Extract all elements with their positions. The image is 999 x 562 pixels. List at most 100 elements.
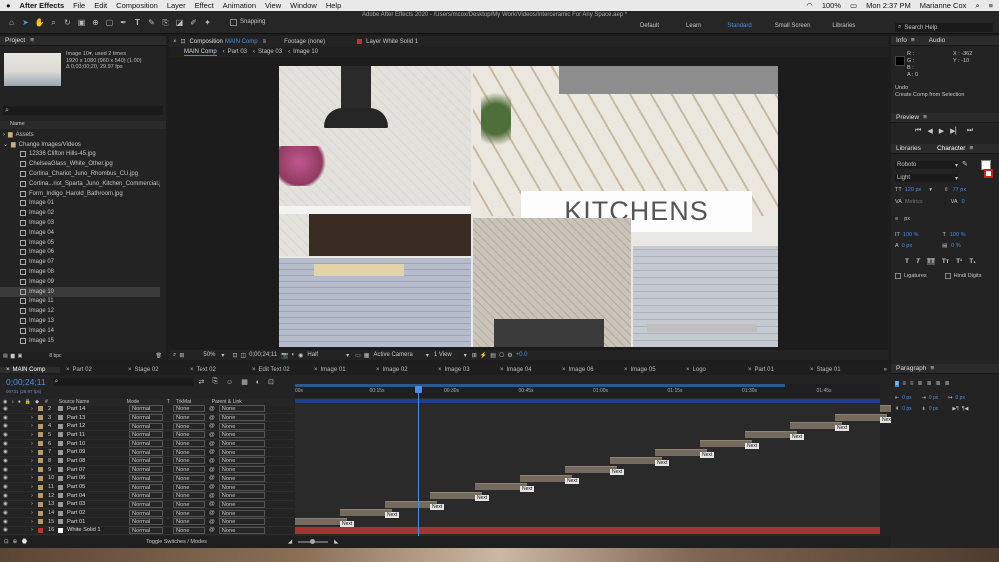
tracking-value[interactable]: 0 — [962, 199, 965, 205]
layer-name[interactable]: Part 09 — [67, 449, 129, 455]
workspace-libraries[interactable]: Libraries — [832, 23, 855, 29]
subscript-button[interactable]: T₁ — [969, 258, 976, 265]
layer-name[interactable]: Part 10 — [67, 441, 129, 447]
visibility-eye-icon[interactable]: ◉ — [3, 458, 11, 464]
trkmat-dropdown[interactable]: None — [173, 422, 205, 430]
trkmat-dropdown[interactable]: None — [173, 518, 205, 526]
type-tool-icon[interactable]: T — [132, 17, 143, 28]
panel-menu-icon[interactable]: ≡ — [263, 39, 267, 45]
resolution-dropdown[interactable]: Half ▾ — [307, 352, 349, 359]
menu-view[interactable]: View — [265, 1, 281, 10]
trkmat-dropdown[interactable]: None — [173, 466, 205, 474]
stroke-color-swatch[interactable] — [984, 169, 993, 178]
footage-tab[interactable]: Footage (none) — [284, 39, 325, 45]
libraries-tab[interactable]: Libraries — [896, 145, 921, 152]
grid-icon[interactable]: ⊞ — [179, 352, 184, 359]
layer-name[interactable]: Part 01 — [67, 519, 129, 525]
layer-label-color[interactable] — [38, 501, 43, 507]
chevron-right-icon[interactable]: › — [31, 519, 38, 525]
chevron-right-icon[interactable]: › — [31, 501, 38, 507]
transfer-controls-icon[interactable]: ⊕ — [13, 539, 18, 545]
brush-tool-icon[interactable]: ✎ — [146, 17, 157, 28]
space-before-value[interactable]: 0 px — [902, 406, 911, 412]
close-icon[interactable]: × — [624, 367, 628, 373]
workspace-standard[interactable]: Standard — [727, 23, 751, 29]
interpret-footage-icon[interactable]: ▤ — [3, 353, 8, 359]
layer-marker[interactable]: Next — [520, 486, 535, 493]
timeline-search[interactable]: ⌕ — [52, 378, 193, 386]
trkmat-dropdown[interactable]: None — [173, 492, 205, 500]
layer-row[interactable]: ◉ › 15 Part 01 Normal None @ None — [0, 518, 294, 527]
flowchart-icon[interactable]: ⎔ — [499, 352, 504, 359]
mode-dropdown[interactable]: Normal — [129, 422, 163, 430]
project-search[interactable]: ⌕ — [3, 106, 163, 115]
menu-effect[interactable]: Effect — [195, 1, 214, 10]
chevron-right-icon[interactable]: › — [31, 441, 38, 447]
align-center-icon[interactable]: ≡ — [903, 381, 907, 387]
layer-label-color[interactable] — [38, 510, 43, 516]
layer-row[interactable]: ◉ › 8 Part 08 Normal None @ None — [0, 457, 294, 466]
more-tabs-icon[interactable]: » — [884, 367, 887, 373]
preview-title[interactable]: Preview — [896, 114, 919, 121]
project-item[interactable]: Image 15 — [0, 336, 160, 346]
trkmat-dropdown[interactable]: None — [173, 431, 205, 439]
visibility-eye-icon[interactable]: ◉ — [3, 484, 11, 490]
timeline-tab[interactable]: × MAIN Comp — [0, 366, 60, 373]
faux-bold-button[interactable]: T — [905, 258, 909, 265]
layer-marker[interactable]: Next — [790, 434, 805, 441]
play-icon[interactable]: ▶ — [939, 127, 944, 135]
track-area[interactable]: Next Next Next Next Next Next Next Next Next Next… — [295, 386, 940, 536]
visibility-eye-icon[interactable]: ◉ — [3, 467, 11, 473]
rtl-icon[interactable]: ¶◀ — [962, 406, 969, 412]
comp-mini-flowchart-icon[interactable]: ⇄ — [199, 378, 205, 386]
superscript-button[interactable]: T¹ — [956, 258, 962, 265]
zoom-in-icon[interactable]: ◣ — [334, 539, 338, 545]
layer-marker[interactable]: Next — [745, 442, 760, 449]
playhead[interactable] — [418, 386, 419, 536]
draft-3d-icon[interactable]: ⎘ — [212, 378, 218, 386]
mode-dropdown[interactable]: Normal — [129, 431, 163, 439]
project-item[interactable]: Image 04 — [0, 228, 160, 238]
graph-editor-icon[interactable]: ⊡ — [268, 378, 274, 386]
trkmat-dropdown[interactable]: None — [173, 405, 205, 413]
project-item[interactable]: Image 07 — [0, 257, 160, 267]
zoom-dropdown[interactable]: 50% ▾ — [203, 352, 224, 359]
faux-italic-button[interactable]: T — [916, 258, 920, 265]
mode-dropdown[interactable]: Normal — [129, 518, 163, 526]
close-icon[interactable]: × — [562, 367, 566, 373]
small-caps-button[interactable]: Tт — [942, 258, 949, 265]
align-right-icon[interactable]: ≡ — [910, 381, 914, 387]
pickwhip-icon[interactable]: @ — [209, 415, 215, 421]
menu-list-icon[interactable]: ≡ — [989, 1, 993, 10]
chevron-right-icon[interactable]: › — [3, 132, 5, 138]
menu-edit[interactable]: Edit — [94, 1, 107, 10]
new-folder-icon[interactable]: ▆ — [11, 353, 15, 359]
app-menu[interactable]: After Effects — [20, 1, 65, 10]
battery-icon[interactable]: ▭ — [850, 1, 857, 10]
playhead-handle[interactable] — [415, 386, 422, 393]
layer-row[interactable]: ◉ › 14 Part 02 Normal None @ None — [0, 509, 294, 518]
timeline-tab[interactable]: × Image 05 — [618, 367, 680, 373]
kerning-value[interactable]: Metrics — [905, 199, 923, 205]
puppet-tool-icon[interactable]: ✦ — [202, 17, 213, 28]
menu-window[interactable]: Window — [290, 1, 317, 10]
info-tab[interactable]: Info — [896, 37, 907, 44]
close-icon[interactable]: × — [66, 367, 70, 373]
zoom-slider-thumb[interactable] — [310, 539, 316, 544]
apple-icon[interactable]: ● — [6, 1, 11, 10]
pickwhip-icon[interactable]: @ — [209, 484, 215, 490]
timeline-tab[interactable]: × Image 01 — [308, 367, 370, 373]
workspace-default[interactable]: Default — [640, 23, 659, 29]
trkmat-dropdown[interactable]: None — [173, 474, 205, 482]
chevron-right-icon[interactable]: › — [31, 475, 38, 481]
layer-row[interactable]: ◉ › 10 Part 06 Normal None @ None — [0, 474, 294, 484]
layer-row[interactable]: ◉ › 4 Part 12 Normal None @ None — [0, 422, 294, 432]
project-item[interactable]: Image 09 — [0, 277, 160, 287]
timeline-tab[interactable]: × Edit Text 02 — [246, 367, 308, 373]
trkmat-dropdown[interactable]: None — [173, 509, 205, 517]
roto-brush-icon[interactable]: ✐ — [188, 17, 199, 28]
paragraph-title[interactable]: Paragraph — [896, 365, 926, 372]
layer-label-color[interactable] — [38, 423, 43, 429]
panel-menu-icon[interactable]: ≡ — [911, 37, 915, 44]
comp-viewer[interactable]: KITCHENS — [279, 66, 778, 347]
